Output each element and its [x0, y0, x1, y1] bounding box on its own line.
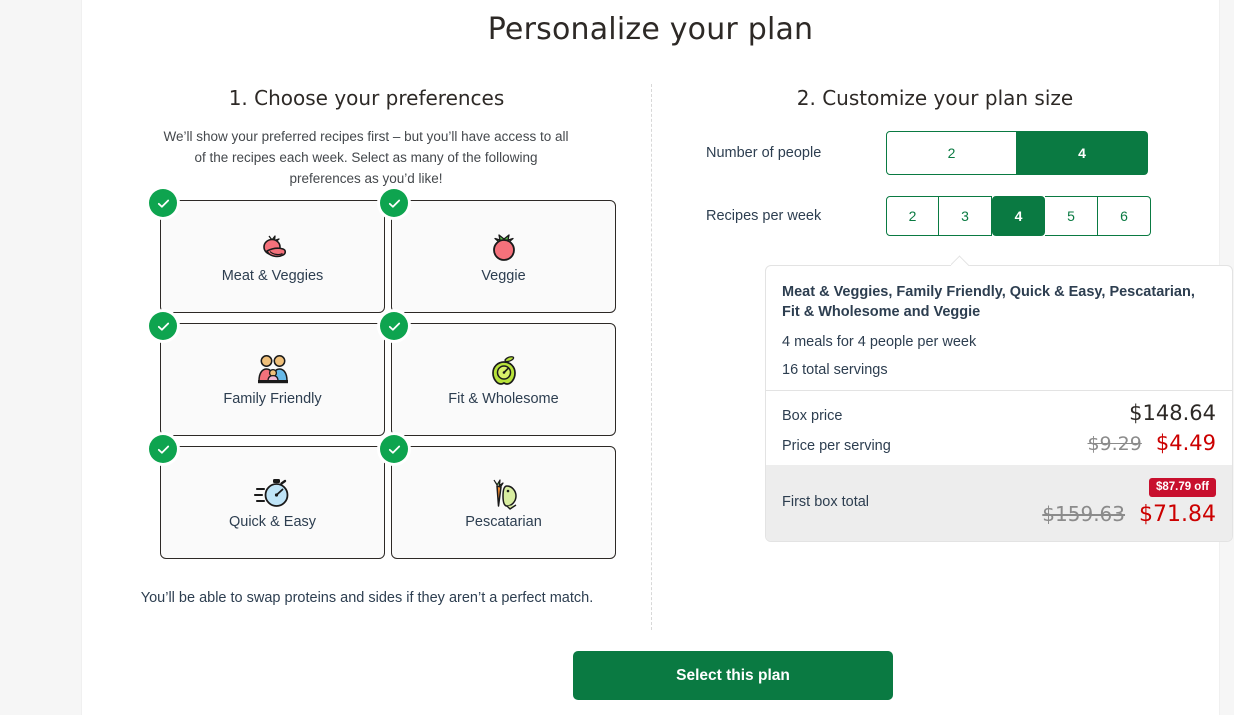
preference-label: Family Friendly [223, 390, 322, 407]
box-price-row: Box price $148.64 [782, 401, 1216, 425]
preference-card-pescatarian[interactable]: Pescatarian [380, 435, 616, 559]
select-this-plan-button[interactable]: Select this plan [573, 651, 893, 700]
people-option-2[interactable]: 2 [886, 131, 1017, 175]
summary-preferences-line: Meat & Veggies, Family Friendly, Quick &… [782, 284, 1195, 320]
price-rows: Box price $148.64 Price per serving $9.2… [766, 391, 1232, 465]
preference-label: Fit & Wholesome [448, 390, 559, 407]
plan-size-heading: 2. Customize your plan size [796, 86, 1074, 110]
check-icon [380, 435, 408, 463]
preference-label: Quick & Easy [228, 513, 317, 530]
preference-card-meat-veggies[interactable]: Meat & Veggies [149, 189, 385, 313]
preference-label: Veggie [481, 267, 526, 284]
price-per-serving-values: $9.29 $4.49 [1087, 431, 1216, 455]
plan-summary-panel: Meat & Veggies, Family Friendly, Quick &… [765, 265, 1233, 542]
check-icon [380, 189, 408, 217]
recipes-option-5[interactable]: 5 [1045, 196, 1098, 236]
preference-card-veggie[interactable]: Veggie [380, 189, 616, 313]
preference-card-fit-wholesome[interactable]: Fit & Wholesome [380, 312, 616, 436]
people-option-4[interactable]: 4 [1017, 131, 1148, 175]
check-icon [149, 189, 177, 217]
first-box-total-old: $159.63 [1042, 502, 1126, 526]
preference-card-family-friendly[interactable]: Family Friendly [149, 312, 385, 436]
preference-label: Meat & Veggies [221, 267, 324, 284]
summary-pointer-notch [951, 255, 973, 266]
first-box-total-label: First box total [782, 494, 870, 510]
content-card: Personalize your plan 1. Choose your pre… [82, 0, 1233, 715]
first-box-total-row: First box total $87.79 off $159.63 $71.8… [766, 465, 1232, 541]
summary-details: Meat & Veggies, Family Friendly, Quick &… [766, 266, 1232, 378]
summary-servings-line: 16 total servings [782, 362, 888, 378]
check-icon [149, 312, 177, 340]
box-price-values: $148.64 [1129, 401, 1216, 425]
price-per-serving-old: $9.29 [1087, 433, 1142, 455]
preference-card-quick-easy[interactable]: Quick & Easy [149, 435, 385, 559]
number-of-people-row: Number of people 2 4 [706, 131, 1148, 175]
preferences-grid: Meat & Veggies Veggie Family Friendly Fi… [149, 189, 616, 559]
summary-meals-line: 4 meals for 4 people per week [782, 334, 977, 350]
box-price-value: $148.64 [1129, 401, 1216, 425]
price-per-serving-new: $4.49 [1155, 431, 1216, 455]
check-icon [149, 435, 177, 463]
plan-size-column: 2. Customize your plan size Number of pe… [651, 0, 1233, 715]
preference-label: Pescatarian [465, 513, 542, 530]
recipes-per-week-segmented-control: 2 3 4 5 6 [886, 196, 1151, 236]
check-icon [380, 312, 408, 340]
swap-footnote: You’ll be able to swap proteins and side… [140, 590, 594, 606]
discount-badge: $87.79 off [1148, 478, 1216, 497]
number-of-people-label: Number of people [706, 145, 822, 161]
recipes-per-week-row: Recipes per week 2 3 4 5 6 [706, 196, 1151, 236]
preferences-column: 1. Choose your preferences We’ll show yo… [82, 0, 651, 715]
recipes-per-week-label: Recipes per week [706, 208, 822, 224]
meat-veggies-icon [255, 230, 291, 264]
recipes-option-6[interactable]: 6 [1098, 196, 1151, 236]
preferences-heading: 1. Choose your preferences [228, 86, 505, 110]
first-box-total-prices: $159.63 $71.84 [1042, 502, 1216, 527]
first-box-total-values: $87.79 off $159.63 $71.84 [1042, 477, 1216, 527]
price-per-serving-label: Price per serving [782, 438, 891, 454]
number-of-people-segmented-control: 2 4 [886, 131, 1148, 175]
stopwatch-icon [253, 476, 293, 510]
family-icon [254, 353, 292, 387]
carrot-fish-icon [485, 476, 523, 510]
preferences-description: We’ll show your preferred recipes first … [163, 129, 569, 186]
first-box-total-new: $71.84 [1139, 502, 1216, 527]
recipes-option-3[interactable]: 3 [939, 196, 992, 236]
price-per-serving-row: Price per serving $9.29 $4.49 [782, 431, 1216, 455]
tomato-icon [488, 230, 520, 264]
box-price-label: Box price [782, 408, 843, 424]
apple-gauge-icon [488, 353, 520, 387]
recipes-option-4[interactable]: 4 [992, 196, 1045, 236]
page-root: Personalize your plan 1. Choose your pre… [0, 0, 1234, 715]
recipes-option-2[interactable]: 2 [886, 196, 939, 236]
